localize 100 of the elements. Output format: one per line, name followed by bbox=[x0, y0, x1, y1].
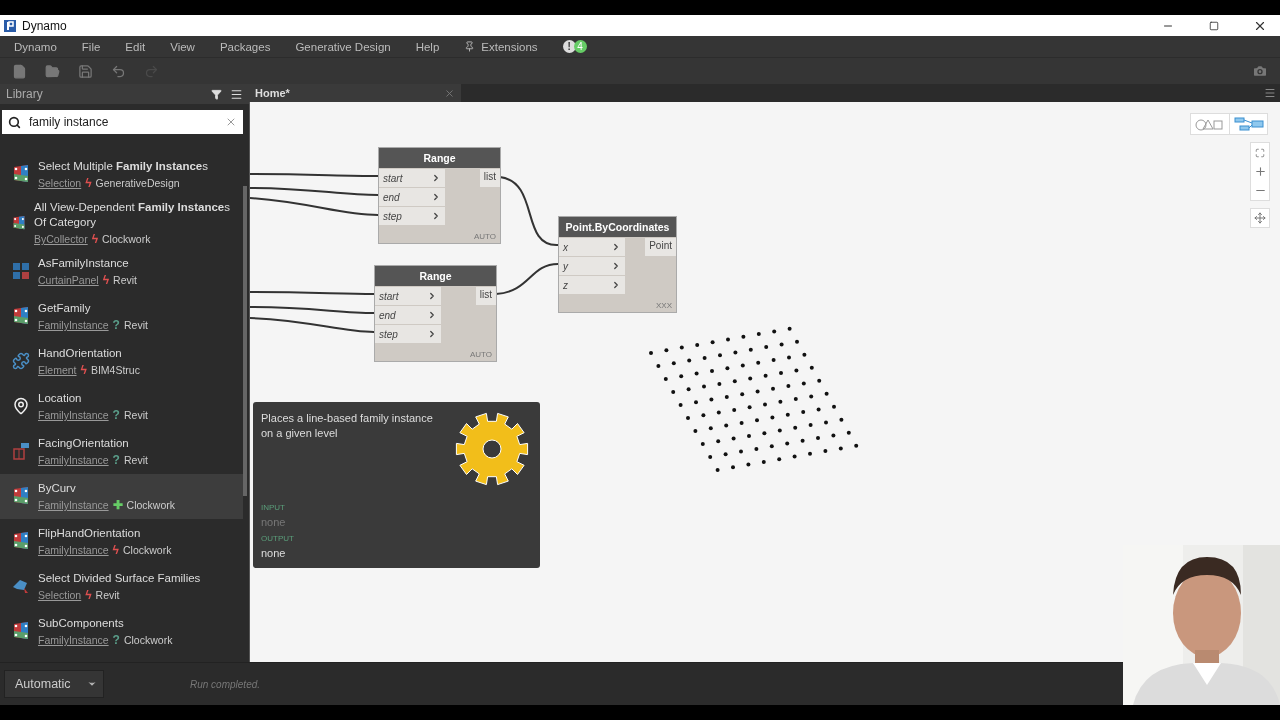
item-category[interactable]: FamilyInstance bbox=[38, 544, 109, 556]
item-package: Clockwork bbox=[102, 233, 151, 245]
menu-item[interactable]: Edit bbox=[125, 40, 159, 53]
library-item[interactable]: AsFamilyInstance CurtainPanel ϟ Revit bbox=[0, 249, 243, 294]
graph-node[interactable]: Range start end step list AUTO bbox=[378, 147, 501, 244]
menu-icon bbox=[230, 87, 243, 101]
library-item[interactable]: SubComponents FamilyInstance ? Clockwork bbox=[0, 609, 243, 654]
input-port[interactable]: step bbox=[375, 325, 441, 343]
item-category[interactable]: Element bbox=[38, 364, 77, 376]
graph-node[interactable]: Range start end step list AUTO bbox=[374, 265, 497, 362]
input-port[interactable]: x bbox=[559, 238, 625, 256]
input-port[interactable]: start bbox=[379, 169, 445, 187]
alert-badge[interactable]: ! bbox=[562, 40, 576, 53]
item-name: ByCurv bbox=[38, 481, 77, 496]
item-name: HandOrientation bbox=[38, 346, 123, 361]
pan-button[interactable] bbox=[1250, 208, 1270, 228]
workspace-tab[interactable]: Home* bbox=[249, 84, 461, 102]
output-port[interactable]: list bbox=[475, 287, 496, 305]
fit-icon bbox=[1255, 147, 1265, 158]
search-icon bbox=[8, 115, 21, 129]
item-name: AsFamilyInstance bbox=[38, 256, 130, 271]
item-category[interactable]: CurtainPanel bbox=[38, 274, 99, 286]
library-item[interactable]: GetFamily FamilyInstance ? Revit bbox=[0, 294, 243, 339]
item-category[interactable]: FamilyInstance bbox=[38, 319, 109, 331]
output-port[interactable]: list bbox=[479, 169, 500, 187]
filter-button[interactable] bbox=[211, 88, 222, 100]
item-package: Clockwork bbox=[122, 544, 172, 556]
folder-icon bbox=[45, 63, 60, 79]
open-button[interactable] bbox=[45, 63, 60, 79]
status-mark: ϟ bbox=[80, 364, 87, 376]
library-item[interactable]: Location FamilyInstance ? Revit bbox=[0, 384, 243, 429]
input-port[interactable]: y bbox=[559, 257, 625, 275]
library-item[interactable]: ByCurv FamilyInstance ✚ Clockwork bbox=[0, 474, 243, 519]
item-category[interactable]: Selection bbox=[38, 177, 82, 189]
library-item[interactable]: FacingOrientation FamilyInstance ? Revit bbox=[0, 429, 243, 474]
camera-button[interactable] bbox=[1252, 63, 1268, 79]
node-icon bbox=[12, 164, 30, 184]
status-mark: ✚ bbox=[112, 499, 123, 511]
status-mark: ϟ bbox=[112, 544, 119, 556]
input-port[interactable]: step bbox=[379, 207, 445, 225]
app-logo-icon bbox=[4, 19, 16, 32]
tooltip-description: Places a line-based family instance on a given level bbox=[261, 411, 434, 441]
menu-item[interactable]: File bbox=[81, 40, 114, 53]
output-port[interactable]: Point bbox=[645, 238, 676, 256]
menu-item[interactable]: Generative Design bbox=[295, 40, 404, 53]
item-category[interactable]: ByCollector bbox=[34, 233, 88, 245]
input-value: none bbox=[261, 516, 287, 528]
item-package: Revit bbox=[95, 589, 120, 601]
close-tab-icon[interactable] bbox=[444, 87, 455, 99]
item-name: All View-Dependent Family Instances Of Category bbox=[34, 200, 232, 230]
menu-button[interactable] bbox=[230, 87, 243, 101]
view-toggle[interactable] bbox=[1190, 113, 1268, 135]
output-label: OUTPUT bbox=[261, 534, 295, 543]
input-port[interactable]: end bbox=[379, 188, 445, 206]
item-package: Clockwork bbox=[126, 499, 176, 511]
run-mode-dropdown[interactable]: Automatic bbox=[4, 670, 104, 698]
pin-icon bbox=[12, 397, 30, 415]
library-item[interactable]: FlipHandOrientation FamilyInstance ϟ Clockwork bbox=[0, 519, 243, 564]
item-category[interactable]: FamilyInstance bbox=[38, 409, 109, 421]
new-file-button[interactable] bbox=[12, 63, 27, 79]
library-item[interactable]: Select Divided Surface Families Selection ϟ Revit bbox=[0, 564, 243, 609]
search-input[interactable]: family instance bbox=[27, 114, 219, 130]
save-button[interactable] bbox=[78, 63, 93, 79]
nodes-icon bbox=[1234, 117, 1263, 131]
lacing-label: AUTO bbox=[472, 231, 497, 243]
item-category[interactable]: FamilyInstance bbox=[38, 499, 109, 511]
item-category[interactable]: FamilyInstance bbox=[38, 634, 109, 646]
status-mark: ϟ bbox=[102, 274, 110, 286]
shapes-icon bbox=[1195, 119, 1223, 131]
menu-icon[interactable] bbox=[1264, 87, 1276, 99]
library-item[interactable]: All View-Dependent Family Instances Of Category ByCollector ϟ Clockwork bbox=[0, 197, 243, 249]
library-item[interactable]: HandOrientation Element ϟ BIM4Struc bbox=[0, 339, 243, 384]
item-category[interactable]: FamilyInstance bbox=[38, 454, 109, 466]
camera-icon bbox=[1252, 63, 1268, 79]
surface-icon bbox=[12, 577, 30, 595]
input-port[interactable]: start bbox=[375, 287, 441, 305]
clear-icon[interactable] bbox=[225, 116, 237, 128]
library-item[interactable]: Select Multiple Family Instances Selection ϟ GenerativeDesign bbox=[0, 152, 243, 197]
item-name: FlipHandOrientation bbox=[38, 526, 142, 541]
input-port[interactable]: end bbox=[375, 306, 441, 324]
item-name: Select Divided Surface Families bbox=[38, 571, 201, 586]
menu-item[interactable]: View bbox=[170, 40, 208, 53]
pin-icon bbox=[464, 41, 476, 52]
menu-item[interactable]: Dynamo bbox=[14, 40, 70, 53]
graph-view-button[interactable] bbox=[1229, 114, 1267, 134]
input-label: INPUT bbox=[261, 503, 286, 512]
graph-node[interactable]: Point.ByCoordinates x y z Point XXX bbox=[558, 216, 677, 313]
input-port[interactable]: z bbox=[559, 276, 625, 294]
extensions-menu[interactable]: Extensions bbox=[464, 40, 551, 53]
scrollbar-thumb[interactable] bbox=[243, 186, 247, 496]
move-icon bbox=[1254, 212, 1266, 224]
library-title: Library bbox=[6, 87, 44, 101]
menu-item[interactable]: Help bbox=[415, 40, 453, 53]
output-value: none bbox=[261, 547, 287, 559]
undo-button[interactable] bbox=[111, 63, 126, 79]
search-field[interactable]: family instance bbox=[2, 110, 243, 134]
menu-item[interactable]: Packages bbox=[219, 40, 284, 53]
item-category[interactable]: Selection bbox=[38, 589, 82, 601]
status-mark: ϟ bbox=[91, 233, 99, 245]
status-mark: ? bbox=[112, 634, 120, 646]
